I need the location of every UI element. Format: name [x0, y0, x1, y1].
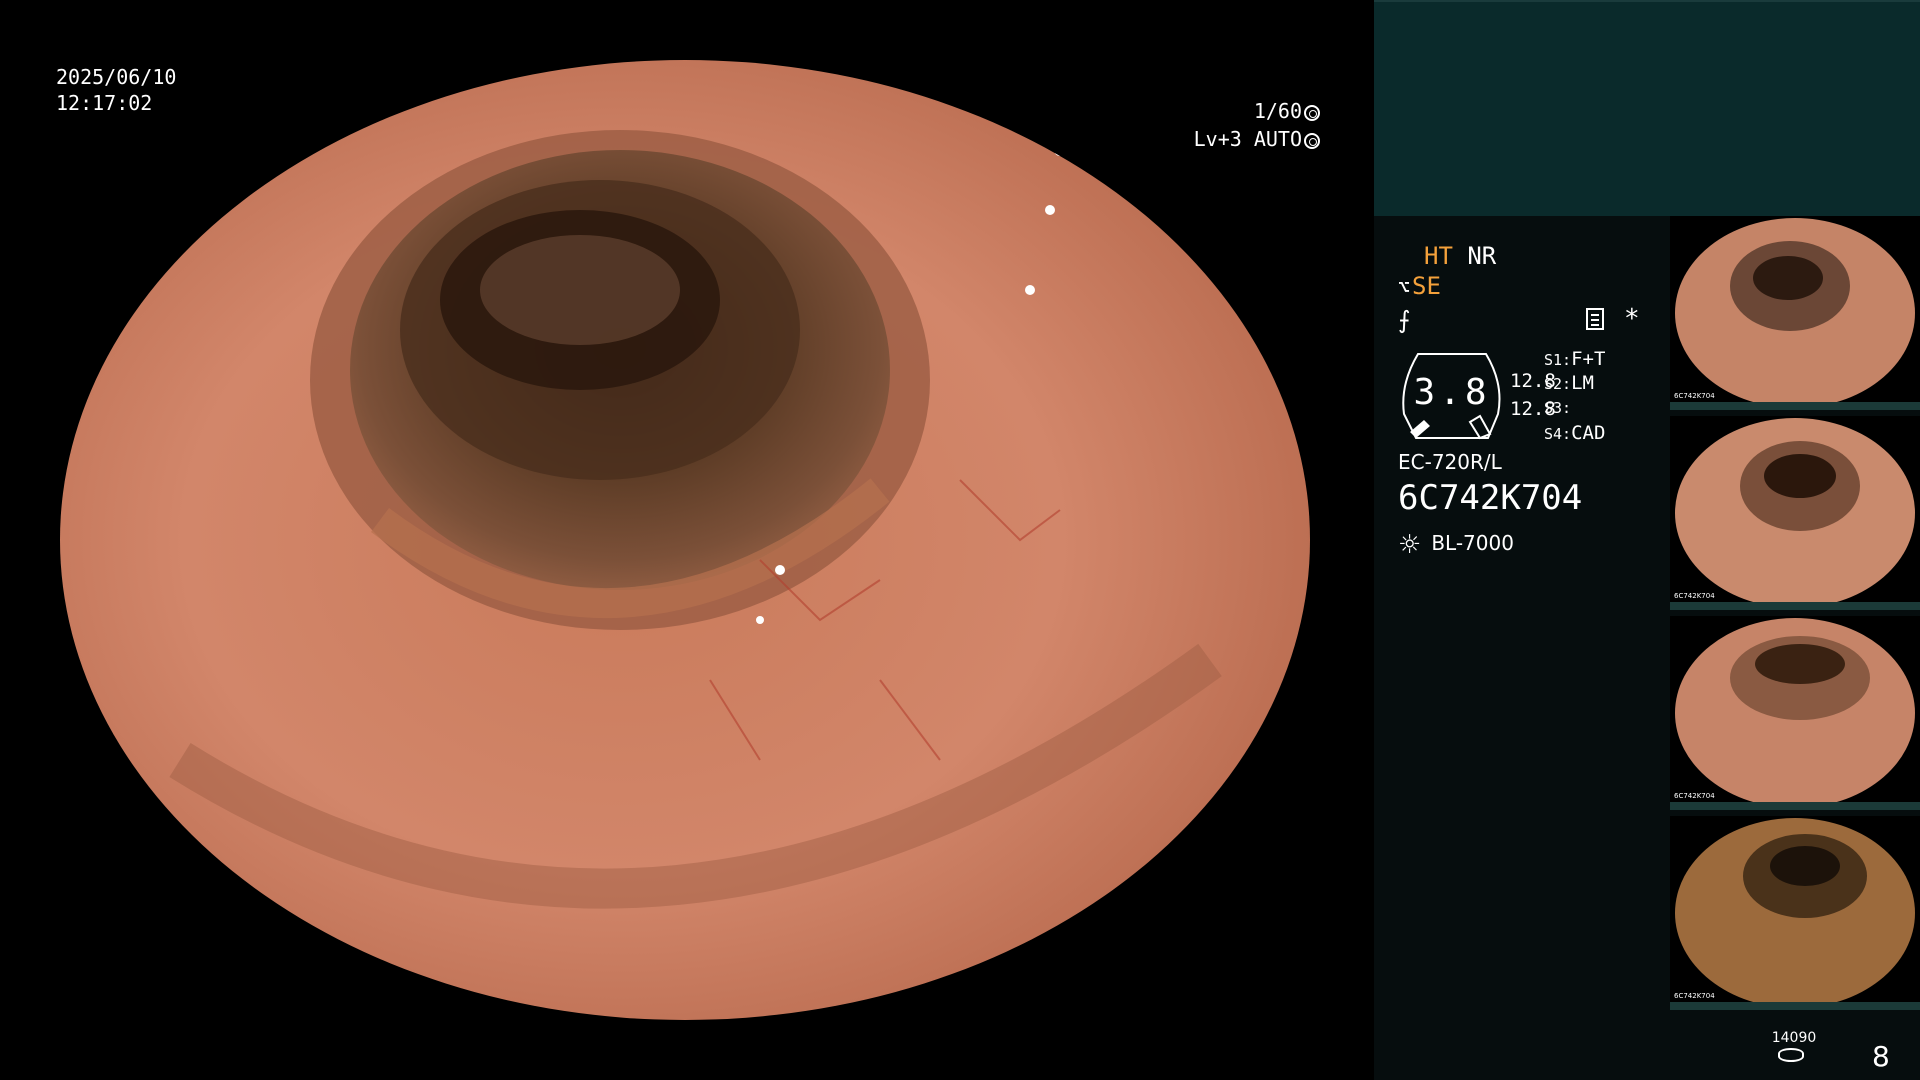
- frame-count: 14090: [1771, 1030, 1817, 1046]
- shutter-overlay: 1/60: [1210, 98, 1320, 124]
- thumbnail-strip: 6C742K704 6C742K704 6C742K704 6C742K704: [1670, 216, 1920, 1016]
- asterisk-icon: *: [1624, 304, 1640, 334]
- se-label: SE: [1412, 272, 1441, 300]
- thumbnail-caption: 6C742K704: [1674, 392, 1715, 400]
- storage-icon: [1778, 1048, 1804, 1062]
- nr-label: NR: [1467, 242, 1497, 270]
- thumbnail-image: [1675, 418, 1915, 608]
- shutter-text: 1/60: [1253, 99, 1302, 123]
- light-source-label: BL-7000: [1431, 531, 1514, 555]
- endoscopic-image: [60, 60, 1310, 1020]
- ht-label: HT: [1424, 242, 1453, 270]
- thumbnail-image: [1675, 818, 1915, 1008]
- page-number: 8: [1872, 1040, 1890, 1073]
- thumbnail-caption: 6C742K704: [1674, 592, 1715, 600]
- status-panel: HT NR ⌥SE ⨍ * 3.8 12.8 12.8 S1:F+T S2:LM…: [1374, 0, 1920, 1080]
- thumbnail-4[interactable]: 6C742K704: [1670, 816, 1920, 1010]
- endoscope-view: 2025/06/10 12:17:02 1/60 Lv+3 AUTO: [0, 0, 1374, 1080]
- ht-nr-row: HT NR: [1424, 242, 1496, 270]
- thumbnail-caption: 6C742K704: [1674, 792, 1715, 800]
- thumbnail-3[interactable]: 6C742K704: [1670, 616, 1920, 810]
- thumbnail-image: [1675, 618, 1915, 808]
- scope-serial: 6C742K704: [1398, 478, 1583, 518]
- thumbnail-bar: [1670, 1002, 1920, 1010]
- thumbnail-2[interactable]: 6C742K704: [1670, 416, 1920, 610]
- status-area: HT NR ⌥SE ⨍ * 3.8 12.8 12.8 S1:F+T S2:LM…: [1398, 240, 1694, 560]
- scope-model: EC-720R/L: [1398, 450, 1502, 474]
- time-text: 12:17:02: [56, 91, 153, 115]
- freeze-icon: ⨍: [1398, 306, 1411, 334]
- switch-1: S1:F+T: [1544, 348, 1606, 370]
- top-strip: [1374, 0, 1920, 216]
- thumbnail-1[interactable]: 6C742K704: [1670, 216, 1920, 410]
- switch-4: S4:CAD: [1544, 422, 1606, 444]
- zoom-gauge: 3.8: [1398, 350, 1506, 442]
- shutter-icon: [1304, 105, 1320, 121]
- thumbnail-bar: [1670, 602, 1920, 610]
- gauge-value: 3.8: [1413, 372, 1491, 413]
- light-source-row: ☼ BL-7000: [1398, 530, 1514, 560]
- iris-icon: [1304, 133, 1320, 149]
- date-time-overlay: 2025/06/10 12:17:02: [56, 64, 176, 116]
- thumbnail-bar: [1670, 402, 1920, 410]
- thumbnail-image: [1675, 218, 1915, 408]
- switch-2: S2:LM: [1544, 372, 1594, 394]
- se-row: ⌥SE: [1398, 272, 1441, 300]
- memo-icon: [1586, 308, 1604, 330]
- light-source-icon: ☼: [1398, 530, 1422, 560]
- date-text: 2025/06/10: [56, 65, 177, 89]
- enhance-icon: ⌥: [1398, 275, 1411, 299]
- brightness-text: Lv+3 AUTO: [1193, 127, 1302, 151]
- thumbnail-bar: [1670, 802, 1920, 810]
- brightness-overlay: Lv+3 AUTO: [1180, 126, 1320, 152]
- thumbnail-caption: 6C742K704: [1674, 992, 1715, 1000]
- switch-3: S3:: [1544, 399, 1572, 417]
